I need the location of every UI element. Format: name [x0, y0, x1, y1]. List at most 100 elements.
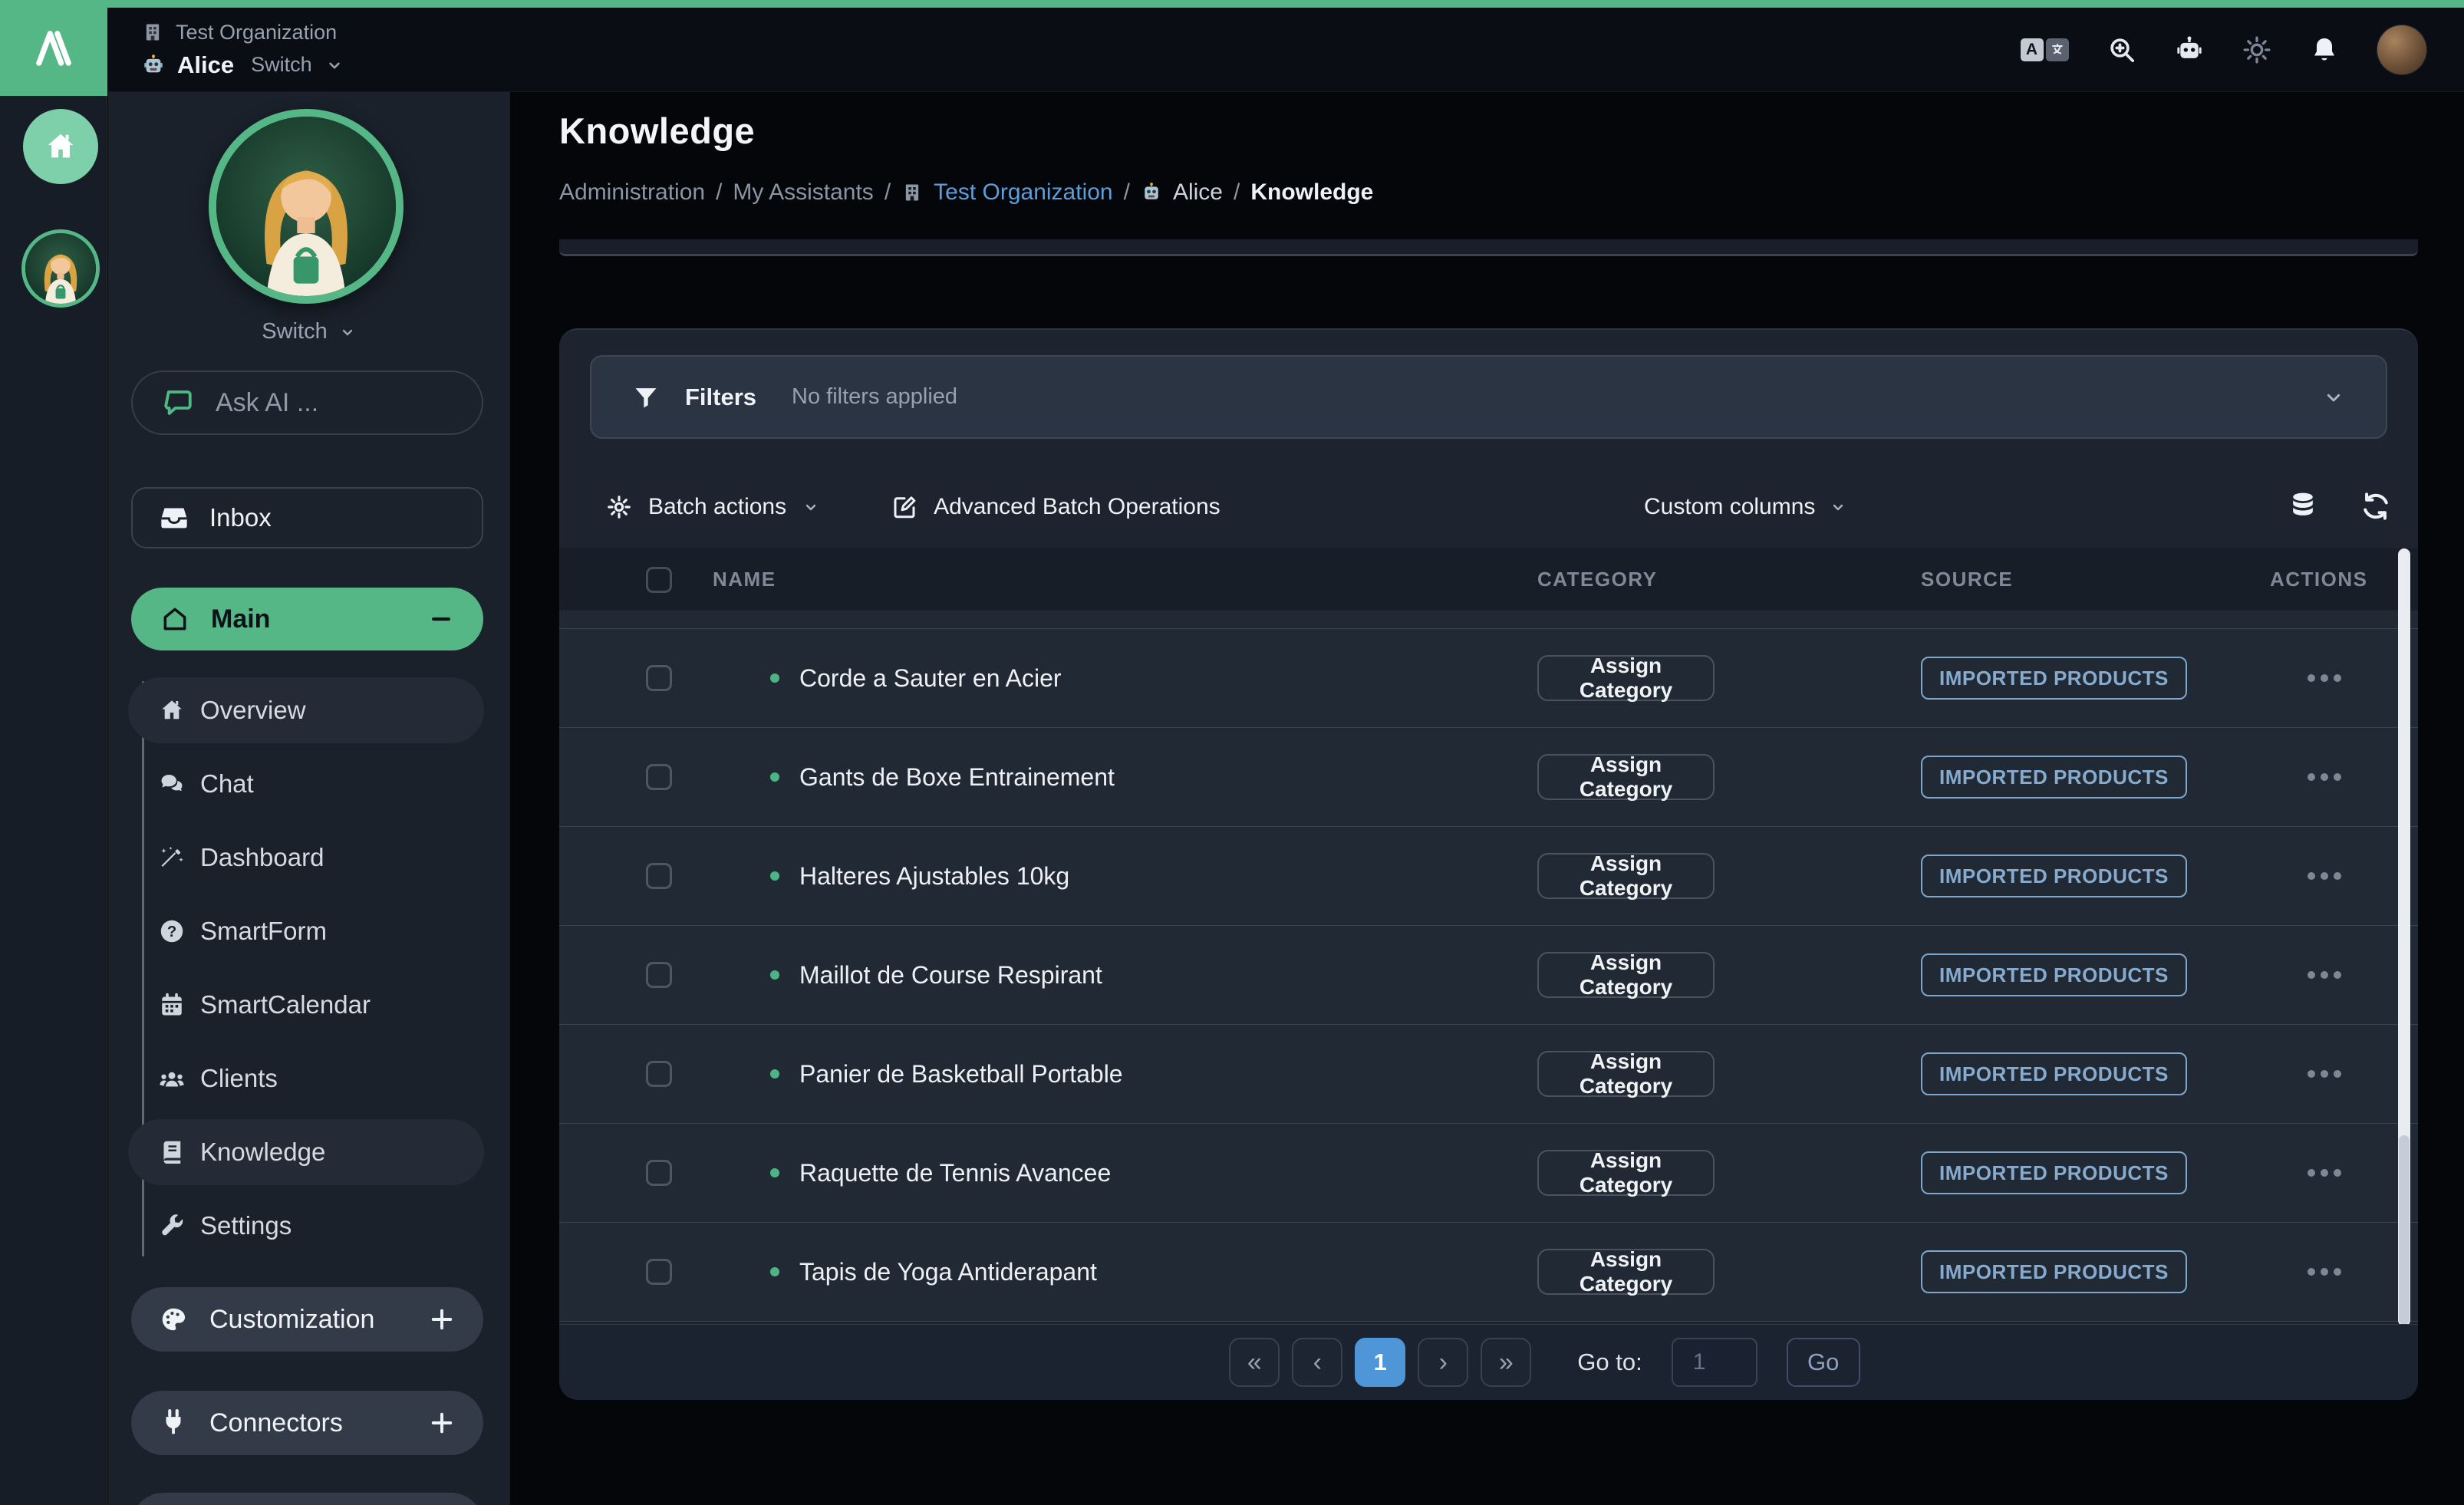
assign-category-button[interactable]: Assign Category: [1537, 1150, 1715, 1196]
row-actions-menu[interactable]: [2308, 773, 2343, 781]
home-button[interactable]: [23, 109, 98, 184]
source-badge: IMPORTED PRODUCTS: [1921, 953, 2187, 996]
search-zoom-icon[interactable]: [2107, 35, 2137, 65]
sidebar-item-dashboard[interactable]: Dashboard: [108, 821, 510, 894]
ask-ai-button[interactable]: Ask AI ...: [131, 370, 483, 435]
pagination-last-button[interactable]: »: [1481, 1338, 1531, 1387]
custom-columns-button[interactable]: Custom columns: [1644, 480, 1847, 534]
sidebar-item-smartcalendar[interactable]: SmartCalendar: [108, 968, 510, 1042]
row-name[interactable]: Corde a Sauter en Acier: [799, 664, 1062, 693]
main-section-toggle[interactable]: Main: [131, 588, 483, 650]
chevron-down-icon: [338, 323, 357, 341]
wrench-icon: [158, 1212, 186, 1240]
assistant-switch[interactable]: Switch: [108, 319, 510, 344]
batch-actions-button[interactable]: Batch actions: [605, 493, 820, 521]
breadcrumb-assistant[interactable]: Alice: [1173, 179, 1223, 206]
go-button[interactable]: Go: [1787, 1338, 1860, 1387]
data-source-button[interactable]: [2286, 489, 2320, 523]
row-actions-menu[interactable]: [2308, 674, 2343, 682]
translate-icon[interactable]: A: [2019, 35, 2070, 65]
table-row: Gants de Boxe Entrainement Assign Catego…: [559, 728, 2418, 827]
section-label: Customization: [209, 1305, 374, 1335]
column-header-category[interactable]: CATEGORY: [1537, 568, 1921, 591]
user-avatar[interactable]: [2377, 25, 2427, 75]
assign-category-button[interactable]: Assign Category: [1537, 754, 1715, 800]
assign-category-button[interactable]: Assign Category: [1537, 952, 1715, 998]
row-checkbox[interactable]: [646, 764, 672, 790]
row-name[interactable]: Raquette de Tennis Avancee: [799, 1159, 1111, 1187]
sidebar-item-settings[interactable]: Settings: [108, 1189, 510, 1263]
sidebar-item-overview[interactable]: Overview: [108, 673, 510, 747]
assistant-row[interactable]: Alice Switch: [142, 51, 344, 79]
row-checkbox[interactable]: [646, 1259, 672, 1285]
sidebar-section-partial[interactable]: [131, 1493, 483, 1505]
breadcrumb-organization[interactable]: Test Organization: [934, 179, 1112, 206]
row-name[interactable]: Maillot de Course Respirant: [799, 961, 1102, 990]
sidebar-item-knowledge[interactable]: Knowledge: [108, 1115, 510, 1189]
page-title: Knowledge: [559, 110, 755, 152]
breadcrumb-my-assistants[interactable]: My Assistants: [733, 179, 873, 206]
edit-square-icon: [891, 493, 918, 521]
knowledge-table-card: Filters No filters applied Batch actions…: [559, 328, 2418, 1400]
breadcrumb-separator: /: [716, 179, 722, 206]
knowledge-admin-app: Test Organization Alice Switch A: [0, 0, 2464, 1505]
row-checkbox[interactable]: [646, 1160, 672, 1186]
sidebar-item-label: SmartCalendar: [200, 990, 371, 1019]
table-scrollbar[interactable]: [2398, 548, 2410, 1326]
gear-icon: [605, 493, 633, 521]
row-name[interactable]: Halteres Ajustables 10kg: [799, 862, 1069, 891]
row-name[interactable]: Gants de Boxe Entrainement: [799, 763, 1115, 792]
theme-toggle-sun-icon[interactable]: [2242, 35, 2272, 65]
breadcrumb-separator: /: [1234, 179, 1240, 206]
sidebar-item-smartform[interactable]: ? SmartForm: [108, 894, 510, 968]
pagination-first-button[interactable]: «: [1229, 1338, 1280, 1387]
pagination-page-1[interactable]: 1: [1355, 1338, 1405, 1387]
assistant-switch-label[interactable]: Switch: [251, 53, 312, 77]
row-actions-menu[interactable]: [2308, 1169, 2343, 1177]
breadcrumb-administration[interactable]: Administration: [559, 179, 705, 206]
select-all-checkbox[interactable]: [646, 567, 672, 593]
row-name[interactable]: Panier de Basketball Portable: [799, 1060, 1123, 1088]
sidebar-item-chat[interactable]: Chat: [108, 747, 510, 821]
book-icon: [158, 1138, 186, 1166]
assistant-mini-avatar[interactable]: [21, 229, 100, 308]
row-checkbox[interactable]: [646, 665, 672, 691]
column-header-source[interactable]: SOURCE: [1921, 568, 2270, 591]
people-icon: [158, 1065, 186, 1092]
row-actions-menu[interactable]: [2308, 1070, 2343, 1078]
chevron-down-icon[interactable]: [2321, 385, 2346, 410]
scrollbar-thumb[interactable]: [2399, 1135, 2410, 1325]
assistant-profile-avatar[interactable]: [209, 109, 404, 304]
chevron-down-icon: [324, 55, 344, 75]
row-checkbox[interactable]: [646, 962, 672, 988]
column-header-name[interactable]: NAME: [713, 568, 1537, 591]
sidebar-section-connectors[interactable]: Connectors: [131, 1391, 483, 1455]
row-actions-menu[interactable]: [2308, 1268, 2343, 1276]
refresh-button[interactable]: [2359, 489, 2393, 523]
brand-logo[interactable]: [0, 0, 107, 96]
table-row: Tapis de Yoga Antiderapant Assign Catego…: [559, 1223, 2418, 1322]
ai-assistant-icon[interactable]: [2174, 35, 2205, 65]
sidebar-item-label: Dashboard: [200, 843, 324, 872]
row-checkbox[interactable]: [646, 1061, 672, 1087]
row-checkbox[interactable]: [646, 863, 672, 889]
inbox-button[interactable]: Inbox: [131, 487, 483, 548]
assign-category-button[interactable]: Assign Category: [1537, 655, 1715, 701]
assign-category-button[interactable]: Assign Category: [1537, 853, 1715, 899]
assign-category-button[interactable]: Assign Category: [1537, 1249, 1715, 1295]
notifications-bell-icon[interactable]: [2309, 35, 2340, 65]
source-badge: IMPORTED PRODUCTS: [1921, 855, 2187, 897]
sidebar-item-clients[interactable]: Clients: [108, 1042, 510, 1115]
row-name[interactable]: Tapis de Yoga Antiderapant: [799, 1258, 1097, 1286]
sidebar-section-customization[interactable]: Customization: [131, 1287, 483, 1352]
advanced-batch-operations-button[interactable]: Advanced Batch Operations: [891, 493, 1220, 521]
row-actions-menu[interactable]: [2308, 872, 2343, 880]
pagination-next-button[interactable]: ›: [1418, 1338, 1468, 1387]
building-icon: [142, 21, 163, 43]
sidebar-item-label: Settings: [200, 1211, 292, 1240]
assign-category-button[interactable]: Assign Category: [1537, 1051, 1715, 1097]
pagination-prev-button[interactable]: ‹: [1292, 1338, 1342, 1387]
filters-panel[interactable]: Filters No filters applied: [590, 355, 2387, 439]
goto-page-input[interactable]: [1672, 1338, 1757, 1387]
row-actions-menu[interactable]: [2308, 971, 2343, 979]
